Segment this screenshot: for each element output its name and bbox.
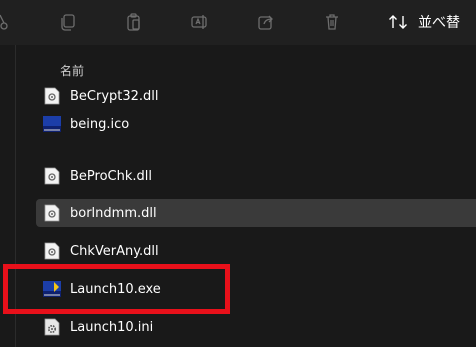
- file-row[interactable]: BeProChk.dll: [36, 162, 476, 190]
- file-name: BeCrypt32.dll: [70, 88, 159, 104]
- file-row[interactable]: BeCrypt32.dll: [36, 82, 476, 110]
- dll-file-icon: [43, 87, 61, 105]
- file-name: Launch10.exe: [70, 281, 161, 297]
- file-row[interactable]: Launch10.exe: [36, 275, 476, 303]
- delete-button[interactable]: [318, 8, 346, 36]
- file-name: borlndmm.dll: [70, 205, 157, 221]
- exe-app-icon: [43, 280, 61, 298]
- cut-button[interactable]: [0, 8, 14, 36]
- paste-icon: [127, 13, 140, 31]
- file-name: BeProChk.dll: [70, 168, 152, 184]
- command-bar: 並べ替: [0, 0, 476, 45]
- column-header-name[interactable]: 名前: [60, 62, 84, 79]
- sort-button[interactable]: 並べ替: [388, 8, 460, 36]
- file-name: Launch10.ini: [70, 319, 154, 335]
- pane-divider: [15, 45, 16, 347]
- ico-file-icon: [43, 115, 61, 133]
- paste-button[interactable]: [120, 8, 148, 36]
- dll-file-icon: [43, 167, 61, 185]
- sort-arrows-icon: [388, 14, 410, 30]
- share-button[interactable]: [252, 8, 280, 36]
- dll-file-icon: [43, 204, 61, 222]
- share-icon: [258, 15, 273, 30]
- sort-label: 並べ替: [418, 15, 460, 31]
- file-row-selected[interactable]: borlndmm.dll: [36, 199, 476, 227]
- copy-button[interactable]: [54, 8, 82, 36]
- file-name: being.ico: [70, 116, 130, 132]
- delete-icon: [326, 14, 338, 30]
- rename-button[interactable]: [186, 8, 214, 36]
- cut-icon: [0, 14, 8, 30]
- file-row[interactable]: Launch10.ini: [36, 313, 476, 341]
- file-explorer-window: 並べ替 名前 BeCrypt32.dll being.ico BeProChk.…: [0, 0, 476, 347]
- ini-settings-icon: [43, 318, 61, 336]
- file-name: ChkVerAny.dll: [70, 243, 159, 259]
- dll-file-icon: [43, 242, 61, 260]
- file-row[interactable]: being.ico: [36, 110, 476, 138]
- file-row[interactable]: ChkVerAny.dll: [36, 237, 476, 265]
- copy-icon: [61, 14, 75, 31]
- rename-icon: [191, 15, 207, 29]
